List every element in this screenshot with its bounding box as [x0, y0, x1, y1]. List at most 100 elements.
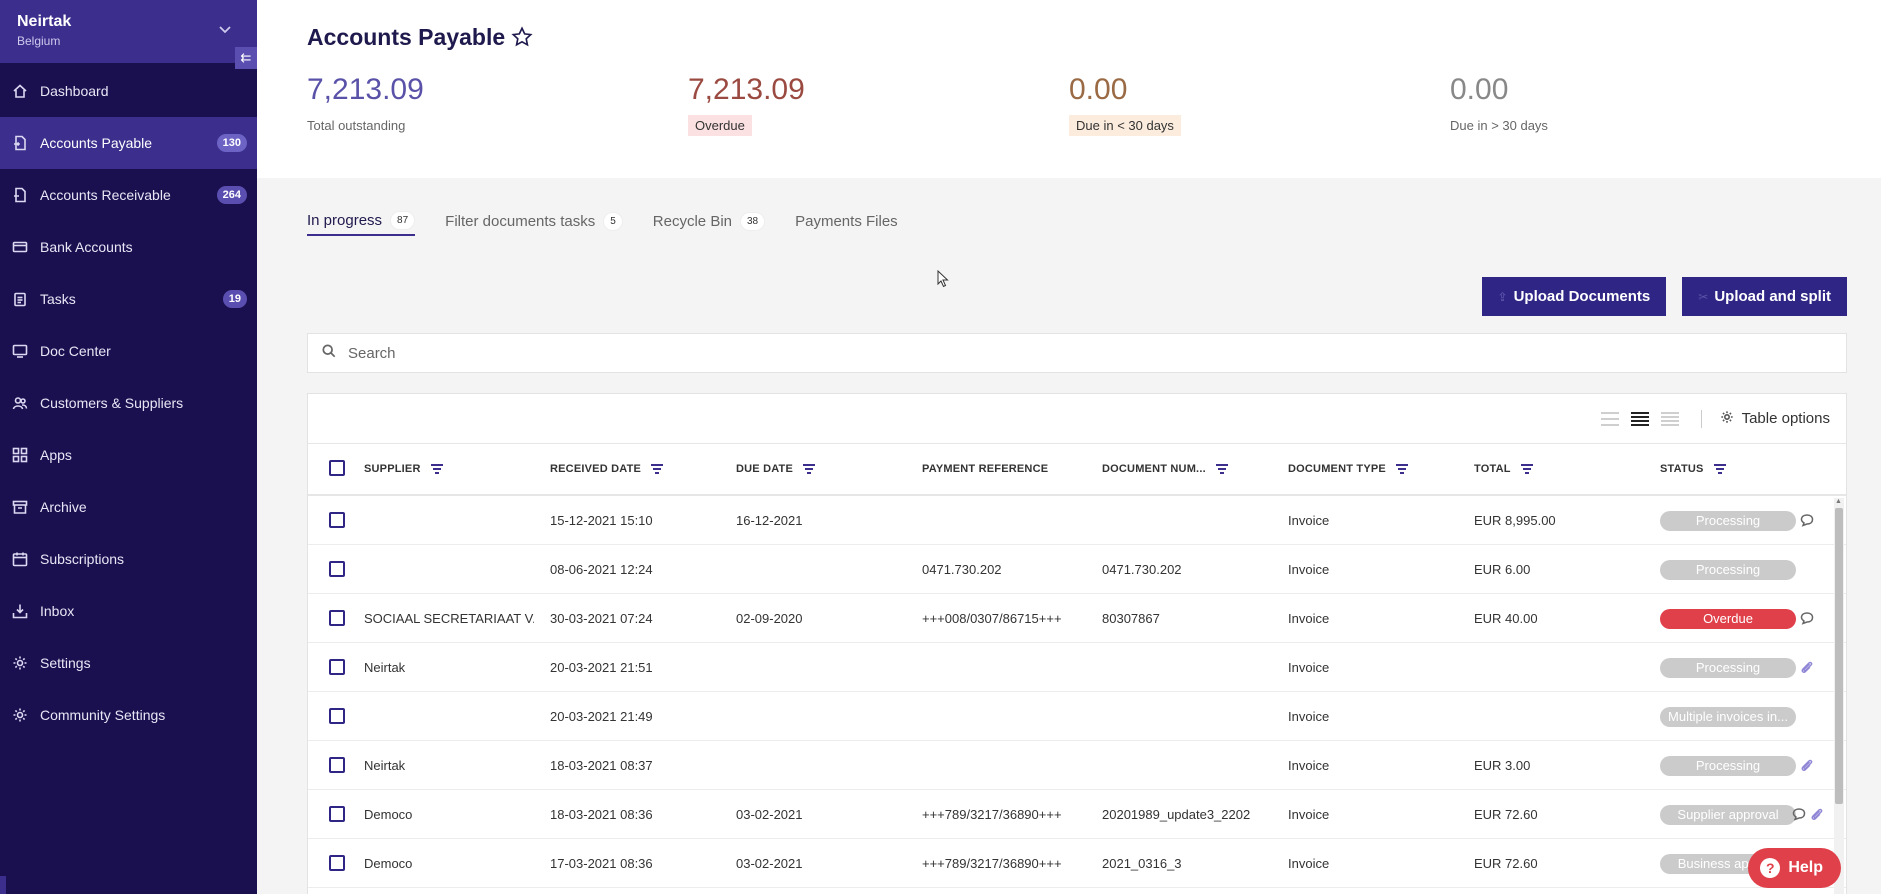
table-options-button[interactable]: Table options	[1720, 410, 1830, 428]
sidebar-item-customers-and-suppliers[interactable]: Customers & Suppliers	[0, 377, 257, 429]
tab-payments-files[interactable]: Payments Files	[795, 206, 898, 236]
row-checkbox[interactable]	[329, 855, 345, 871]
column-header-total[interactable]: TOTAL	[1474, 463, 1533, 475]
column-header-due-date[interactable]: DUE DATE	[736, 463, 816, 475]
cell-total: EUR 6.00	[1474, 562, 1531, 577]
cell-doctype: Invoice	[1288, 758, 1330, 773]
cell-total: EUR 72.60	[1474, 807, 1538, 822]
sidebar-item-settings[interactable]: Settings	[0, 637, 257, 689]
density-normal-icon[interactable]	[1630, 411, 1649, 426]
scroll-thumb[interactable]	[1835, 508, 1843, 804]
sidebar-item-doc-center[interactable]: Doc Center	[0, 325, 257, 377]
button-label: Upload and split	[1714, 288, 1831, 305]
documents-table: Table options SUPPLIER RECEIVED DATE DUE D…	[307, 393, 1847, 894]
sidebar-item-apps[interactable]: Apps	[0, 429, 257, 481]
upload-and-split-button[interactable]: ✂ Upload and split	[1682, 277, 1847, 316]
clipboard-icon	[12, 291, 28, 307]
table-scrollbar[interactable]: ▲	[1834, 498, 1844, 894]
tab-filter-documents-tasks[interactable]: Filter documents tasks 5	[445, 206, 623, 236]
density-dense-icon[interactable]	[1660, 411, 1679, 426]
column-header-received-date[interactable]: RECEIVED DATE	[550, 463, 664, 475]
comment-icon[interactable]	[1800, 611, 1814, 625]
kpi-overdue[interactable]: 7,213.09 Overdue	[688, 73, 1069, 136]
filter-icon[interactable]	[1520, 463, 1533, 475]
filter-icon[interactable]	[430, 463, 443, 475]
row-checkbox[interactable]	[329, 512, 345, 528]
column-header-supplier[interactable]: SUPPLIER	[364, 463, 443, 475]
column-header-status[interactable]: STATUS	[1660, 463, 1726, 475]
sidebar-item-bank-accounts[interactable]: Bank Accounts	[0, 221, 257, 273]
sidebar-item-subscriptions[interactable]: Subscriptions	[0, 533, 257, 585]
table-row[interactable]: Neirtak 18-03-2021 08:37 Invoice EUR 3.00 Pr…	[308, 741, 1846, 790]
column-header-label: DOCUMENT TYPE	[1288, 463, 1386, 475]
select-all-checkbox[interactable]	[329, 460, 345, 476]
star-icon[interactable]	[511, 25, 535, 50]
kpi-value: 7,213.09	[307, 73, 424, 106]
kpi-value: 7,213.09	[688, 73, 805, 106]
sidebar-item-label: Archive	[40, 499, 87, 515]
chevron-down-icon[interactable]	[219, 22, 231, 37]
table-row[interactable]: SOCIAAL SECRETARIAAT V... 30-03-2021 07:2…	[308, 594, 1846, 643]
sidebar-item-label: Accounts Receivable	[40, 187, 171, 203]
status-badge: Processing	[1660, 657, 1796, 678]
kpi-due-over-30[interactable]: 0.00 Due in > 30 days	[1450, 73, 1831, 136]
sidebar-item-community-settings[interactable]: Community Settings	[0, 689, 257, 741]
paperclip-icon[interactable]	[1810, 807, 1824, 821]
table-row[interactable]: 15-12-2021 15:10 16-12-2021 Invoice EUR 8,9…	[308, 496, 1846, 545]
column-header-payment-reference[interactable]: PAYMENT REFERENCE	[922, 463, 1048, 475]
upload-documents-button[interactable]: ⇪ Upload Documents	[1481, 277, 1667, 316]
kpi-label: Overdue	[688, 115, 752, 136]
help-label: Help	[1788, 859, 1823, 876]
column-header-document-num[interactable]: DOCUMENT NUM...	[1102, 463, 1228, 475]
status-badge: Overdue	[1660, 608, 1796, 629]
tab-in-progress[interactable]: In progress 87	[307, 206, 416, 236]
company-switcher[interactable]: Neirtak Belgium ⇇	[0, 0, 257, 69]
row-checkbox[interactable]	[329, 561, 345, 577]
sidebar-item-label: Settings	[40, 655, 91, 671]
comment-icon[interactable]	[1800, 513, 1814, 527]
cell-supplier: Democo	[364, 856, 413, 871]
sidebar-item-tasks[interactable]: Tasks 19	[0, 273, 257, 325]
sidebar-item-archive[interactable]: Archive	[0, 481, 257, 533]
filter-icon[interactable]	[1395, 463, 1408, 475]
sidebar-item-label: Bank Accounts	[40, 239, 133, 255]
sidebar-item-accounts-payable[interactable]: Accounts Payable 130	[0, 117, 257, 169]
row-checkbox[interactable]	[329, 610, 345, 626]
kpi-total-outstanding[interactable]: 7,213.09 Total outstanding	[307, 73, 688, 136]
tab-recycle-bin[interactable]: Recycle Bin 38	[653, 206, 766, 236]
filter-icon[interactable]	[1215, 463, 1228, 475]
paperclip-icon[interactable]	[1800, 660, 1814, 674]
column-header-label: PAYMENT REFERENCE	[922, 463, 1049, 475]
table-row[interactable]: 20-03-2021 21:49 Invoice Multiple invoices…	[308, 692, 1846, 741]
sidebar-item-dashboard[interactable]: Dashboard	[0, 65, 257, 117]
density-compact-icon[interactable]	[1600, 411, 1619, 426]
filter-icon[interactable]	[651, 463, 664, 475]
row-checkbox[interactable]	[329, 659, 345, 675]
document-in-icon	[12, 135, 28, 151]
sidebar-item-inbox[interactable]: Inbox	[0, 585, 257, 637]
cell-due	[736, 545, 912, 594]
search-input[interactable]	[348, 344, 1748, 362]
table-row[interactable]: Neirtak 20-03-2021 21:51 Invoice Processing	[308, 643, 1846, 692]
table-row[interactable]: 08-06-2021 12:24 0471.730.202 0471.730.202…	[308, 545, 1846, 594]
kpi-due-under-30[interactable]: 0.00 Due in < 30 days	[1069, 73, 1450, 136]
paperclip-icon[interactable]	[1800, 758, 1814, 772]
people-icon	[12, 395, 28, 411]
cell-received: 15-12-2021 15:10	[550, 513, 653, 528]
table-row[interactable]: Democo 17-03-2021 08:36 03-02-2021 +++789/3…	[308, 839, 1846, 888]
cell-doctype: Invoice	[1288, 856, 1330, 871]
sidebar-item-accounts-receivable[interactable]: Accounts Receivable 264	[0, 169, 257, 221]
table-row[interactable]: Democo 18-03-2021 08:36 03-02-2021 +++789/3…	[308, 790, 1846, 839]
filter-icon[interactable]	[803, 463, 816, 475]
row-checkbox[interactable]	[329, 806, 345, 822]
help-button[interactable]: ? Help	[1748, 848, 1841, 888]
scroll-up-icon[interactable]: ▲	[1835, 498, 1842, 505]
filter-icon[interactable]	[1713, 463, 1726, 475]
kpi-label: Due in > 30 days	[1450, 118, 1548, 133]
row-checkbox[interactable]	[329, 757, 345, 773]
cell-payref: +++789/3217/36890+++	[922, 807, 1062, 822]
column-header-document-type[interactable]: DOCUMENT TYPE	[1288, 463, 1408, 475]
row-checkbox[interactable]	[329, 708, 345, 724]
cell-total: EUR 72.60	[1474, 856, 1538, 871]
comment-icon[interactable]	[1792, 807, 1806, 821]
